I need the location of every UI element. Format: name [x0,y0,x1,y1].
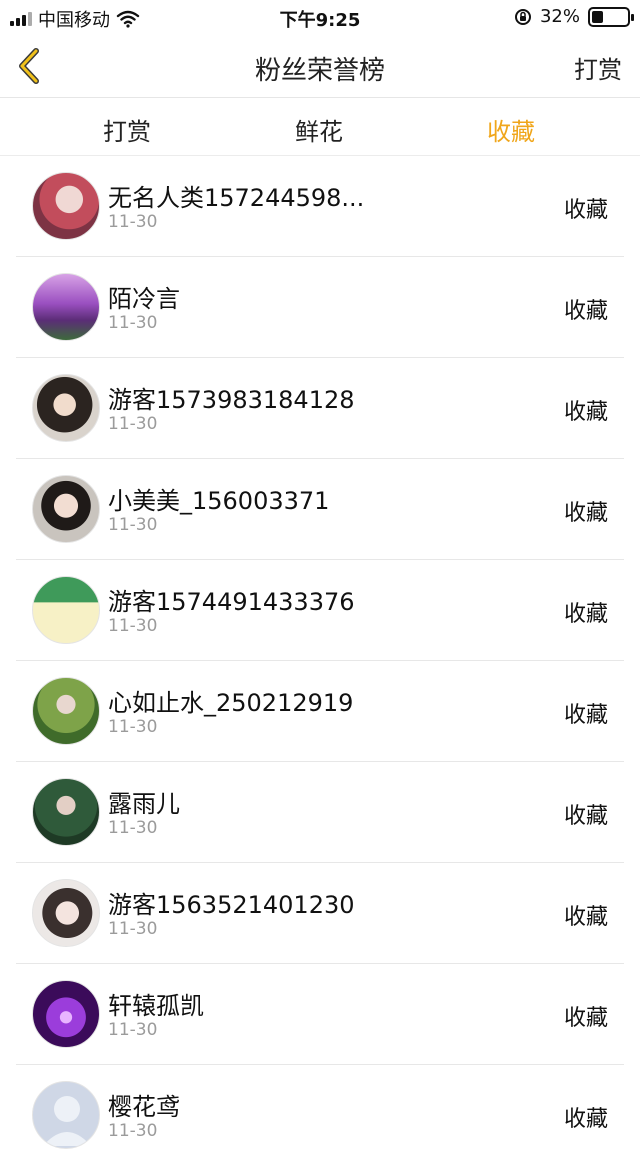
avatar [32,778,100,846]
list-item[interactable]: 轩辕孤凯 11-30 收藏 [0,964,640,1065]
tab-reward[interactable]: 打赏 [103,112,151,147]
item-action: 收藏 [563,501,608,526]
item-action: 收藏 [563,804,608,829]
navigation-bar: 粉丝荣誉榜 打赏 [0,34,640,98]
battery-icon [588,6,634,27]
user-name: 游客1563521401230 [108,891,355,919]
item-date: 11-30 [108,1020,158,1040]
list-item[interactable]: 樱花鸢 11-30 收藏 [0,1065,640,1166]
user-name: 心如止水_250212919 [108,689,354,717]
tab-flowers[interactable]: 鲜花 [295,112,343,147]
item-action: 收藏 [563,905,608,930]
item-date: 11-30 [108,717,158,737]
list-item[interactable]: 游客1563521401230 11-30 收藏 [0,863,640,964]
rotation-lock-icon [514,8,531,25]
item-action: 收藏 [563,602,608,627]
list-item[interactable]: 小美美_156003371 11-30 收藏 [0,459,640,560]
item-date: 11-30 [108,414,158,434]
fan-list: 无名人类157244598... 11-30 收藏 陌冷言 11-30 收藏 游… [0,156,640,1166]
avatar [32,172,100,240]
list-item[interactable]: 心如止水_250212919 11-30 收藏 [0,661,640,762]
battery-percent: 32% [539,6,580,27]
item-date: 11-30 [108,1121,158,1141]
item-action: 收藏 [563,400,608,425]
avatar [32,576,100,644]
avatar [32,475,100,543]
reward-button[interactable]: 打赏 [574,50,622,85]
list-item[interactable]: 游客1573983184128 11-30 收藏 [0,358,640,459]
status-right: 32% [514,6,634,27]
avatar [32,1081,100,1149]
item-action: 收藏 [563,703,608,728]
item-action: 收藏 [563,198,608,223]
user-name: 樱花鸢 [108,1093,180,1121]
avatar [32,677,100,745]
page-title: 粉丝荣誉榜 [254,56,385,86]
list-item[interactable]: 陌冷言 11-30 收藏 [0,257,640,358]
item-date: 11-30 [108,919,158,939]
user-name: 陌冷言 [108,285,180,313]
item-action: 收藏 [563,299,608,324]
avatar [32,980,100,1048]
list-item[interactable]: 露雨儿 11-30 收藏 [0,762,640,863]
avatar [32,879,100,947]
tab-bar: 打赏 鲜花 收藏 [0,98,640,156]
item-action: 收藏 [563,1006,608,1031]
user-name: 轩辕孤凯 [108,992,204,1020]
default-avatar-icon [43,1096,91,1146]
user-name: 游客1573983184128 [108,386,355,414]
user-name: 露雨儿 [108,790,180,818]
item-date: 11-30 [108,212,158,232]
item-action: 收藏 [563,1107,608,1132]
avatar [32,374,100,442]
list-item[interactable]: 无名人类157244598... 11-30 收藏 [0,156,640,257]
item-date: 11-30 [108,616,158,636]
user-name: 无名人类157244598... [108,184,365,212]
user-name: 小美美_156003371 [108,487,330,515]
item-date: 11-30 [108,515,158,535]
item-date: 11-30 [108,818,158,838]
list-item[interactable]: 游客1574491433376 11-30 收藏 [0,560,640,661]
tab-favorites[interactable]: 收藏 [487,112,535,147]
status-bar: 中国移动 下午9:25 32% [0,0,640,34]
item-date: 11-30 [108,313,158,333]
avatar [32,273,100,341]
user-name: 游客1574491433376 [108,588,355,616]
